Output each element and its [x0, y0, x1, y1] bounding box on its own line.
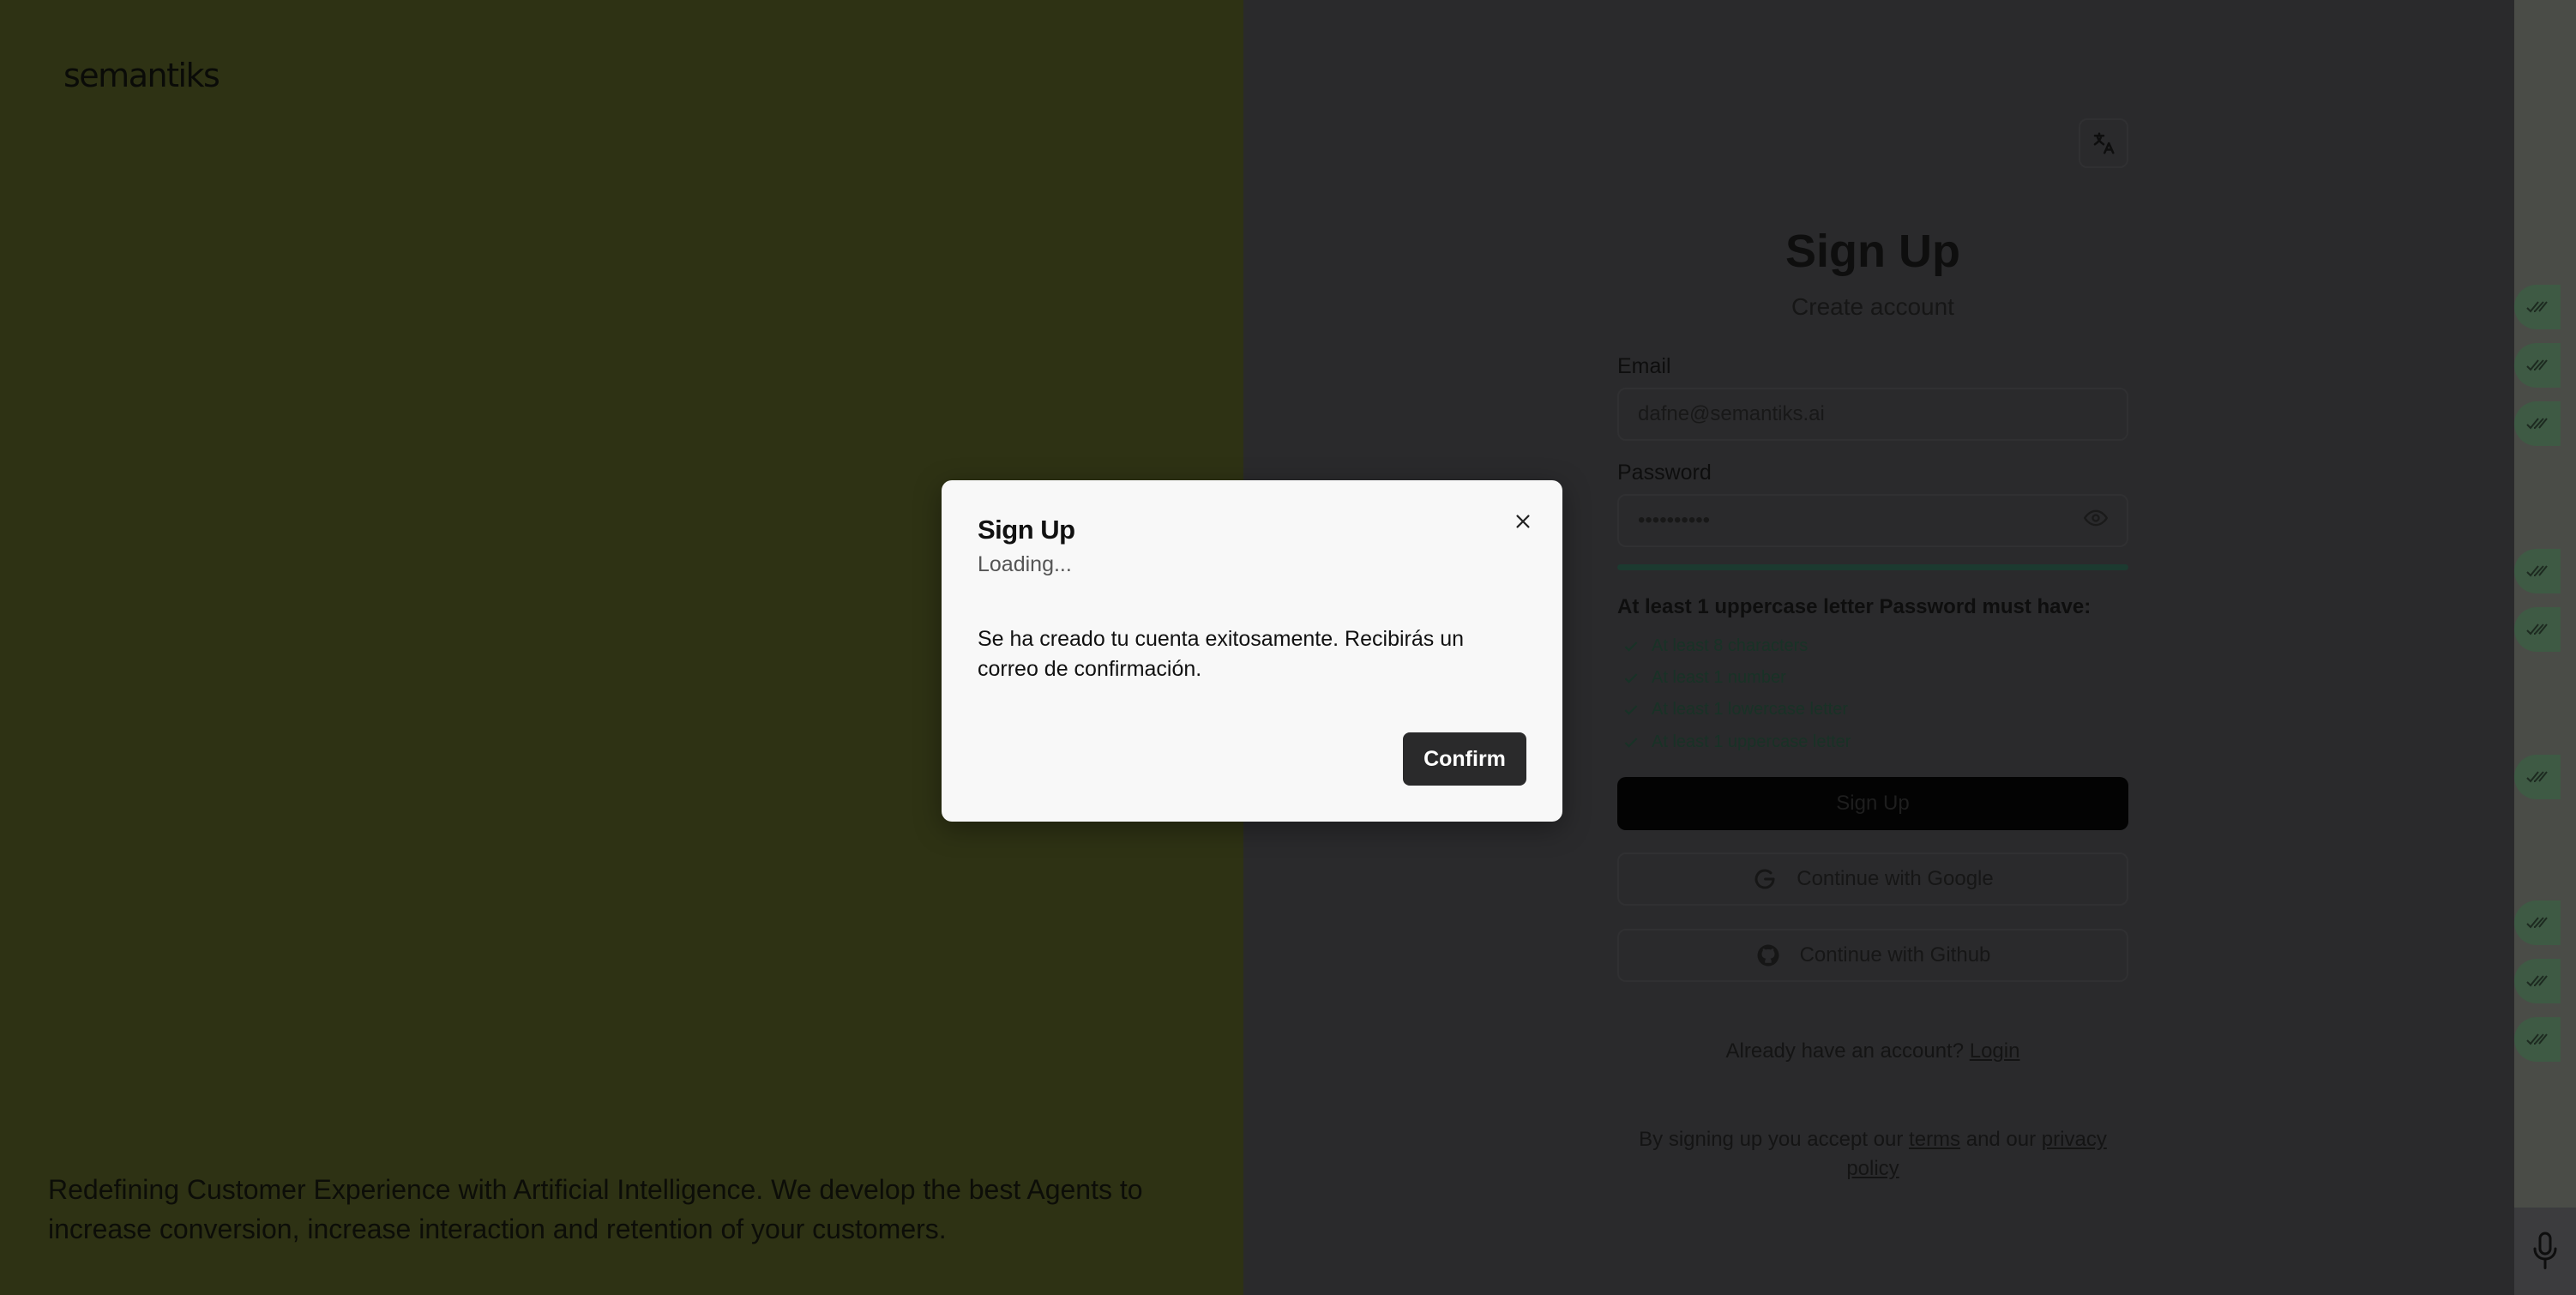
email-field[interactable]: dafne@semantiks.ai: [1617, 388, 2128, 441]
requirement-item: At least 1 uppercase letter: [1622, 732, 1851, 752]
semantiks-logo: semantiks: [63, 57, 220, 94]
password-field[interactable]: ••••••••••: [1617, 494, 2128, 547]
google-button-label: Continue with Google: [1797, 867, 1994, 890]
email-value: dafne@semantiks.ai: [1638, 402, 1825, 425]
modal-message: Se ha creado tu cuenta exitosamente. Rec…: [978, 627, 1465, 681]
requirement-label: At least 8 characters: [1652, 636, 1809, 655]
requirement-label: At least 1 number: [1652, 668, 1786, 687]
check-icon: [1624, 641, 1638, 652]
chat-bubble: [2514, 549, 2561, 593]
double-check-icon: [2526, 975, 2548, 987]
chat-bubble: [2514, 607, 2561, 652]
check-icon: [1624, 737, 1638, 748]
email-label: Email: [1617, 354, 1671, 378]
signup-submit-button[interactable]: Sign Up: [1617, 777, 2128, 830]
double-check-icon: [2526, 1033, 2548, 1045]
terms-notice: By signing up you accept our terms and o…: [1617, 1125, 2128, 1184]
requirement-item: At least 8 characters: [1622, 636, 1808, 656]
signup-success-modal: Sign Up Loading... Se ha creado tu cuent…: [942, 480, 1562, 822]
toggle-password-visibility-button[interactable]: [2083, 506, 2109, 536]
chat-bubble: [2514, 343, 2561, 388]
requirement-label: At least 1 lowercase letter: [1652, 700, 1848, 719]
google-icon: [1754, 869, 1775, 889]
chat-bubble: [2514, 900, 2561, 945]
chat-bubble: [2514, 959, 2561, 1003]
double-check-icon: [2526, 565, 2548, 577]
check-icon: [1624, 704, 1638, 715]
signup-subtitle: Create account: [1791, 293, 1954, 320]
chat-bubble: [2514, 285, 2561, 329]
double-check-icon: [2526, 623, 2548, 635]
eye-icon: [2083, 509, 2109, 526]
requirement-label: At least 1 uppercase letter: [1652, 732, 1851, 751]
modal-subtitle: Loading...: [978, 552, 1072, 576]
chat-bubble: [2514, 401, 2561, 446]
confirm-button[interactable]: Confirm: [1403, 732, 1526, 786]
terms-prefix: By signing up you accept our: [1639, 1128, 1904, 1151]
requirement-item: At least 1 lowercase letter: [1622, 700, 1848, 720]
microphone-icon: [2533, 1232, 2557, 1269]
double-check-icon: [2526, 418, 2548, 430]
password-requirements-title: At least 1 uppercase letter Password mus…: [1617, 595, 2091, 618]
already-account-label: Already have an account?: [1725, 1039, 1965, 1063]
github-button-label: Continue with Github: [1799, 943, 1991, 967]
modal-title: Sign Up: [978, 515, 1075, 545]
password-strength-bar: [1617, 564, 2128, 570]
login-link[interactable]: Login: [1970, 1039, 2020, 1063]
github-signin-button[interactable]: Continue with Github: [1617, 929, 2128, 982]
language-button[interactable]: [2079, 118, 2128, 168]
github-icon: [1757, 944, 1779, 967]
terms-link[interactable]: terms: [1909, 1128, 1960, 1151]
signup-title: Sign Up: [1785, 226, 1960, 277]
voice-input-button[interactable]: [2514, 1208, 2576, 1295]
already-account-text: Already have an account? Login: [1617, 1039, 2128, 1063]
double-check-icon: [2526, 771, 2548, 783]
password-value: ••••••••••: [1638, 509, 1711, 532]
brand-tagline: Redefining Customer Experience with Arti…: [48, 1174, 1143, 1244]
double-check-icon: [2526, 301, 2548, 313]
password-label: Password: [1617, 461, 1712, 485]
check-icon: [1624, 672, 1638, 684]
chat-bubble: [2514, 755, 2561, 799]
terms-and: and our: [1965, 1128, 2037, 1151]
requirement-item: At least 1 number: [1622, 668, 1786, 688]
modal-close-button[interactable]: [1508, 506, 1538, 537]
close-icon: [1516, 515, 1530, 528]
translate-icon: [2093, 132, 2115, 154]
double-check-icon: [2526, 359, 2548, 371]
chat-bubble: [2514, 1017, 2561, 1062]
google-signin-button[interactable]: Continue with Google: [1617, 852, 2128, 906]
double-check-icon: [2526, 917, 2548, 929]
